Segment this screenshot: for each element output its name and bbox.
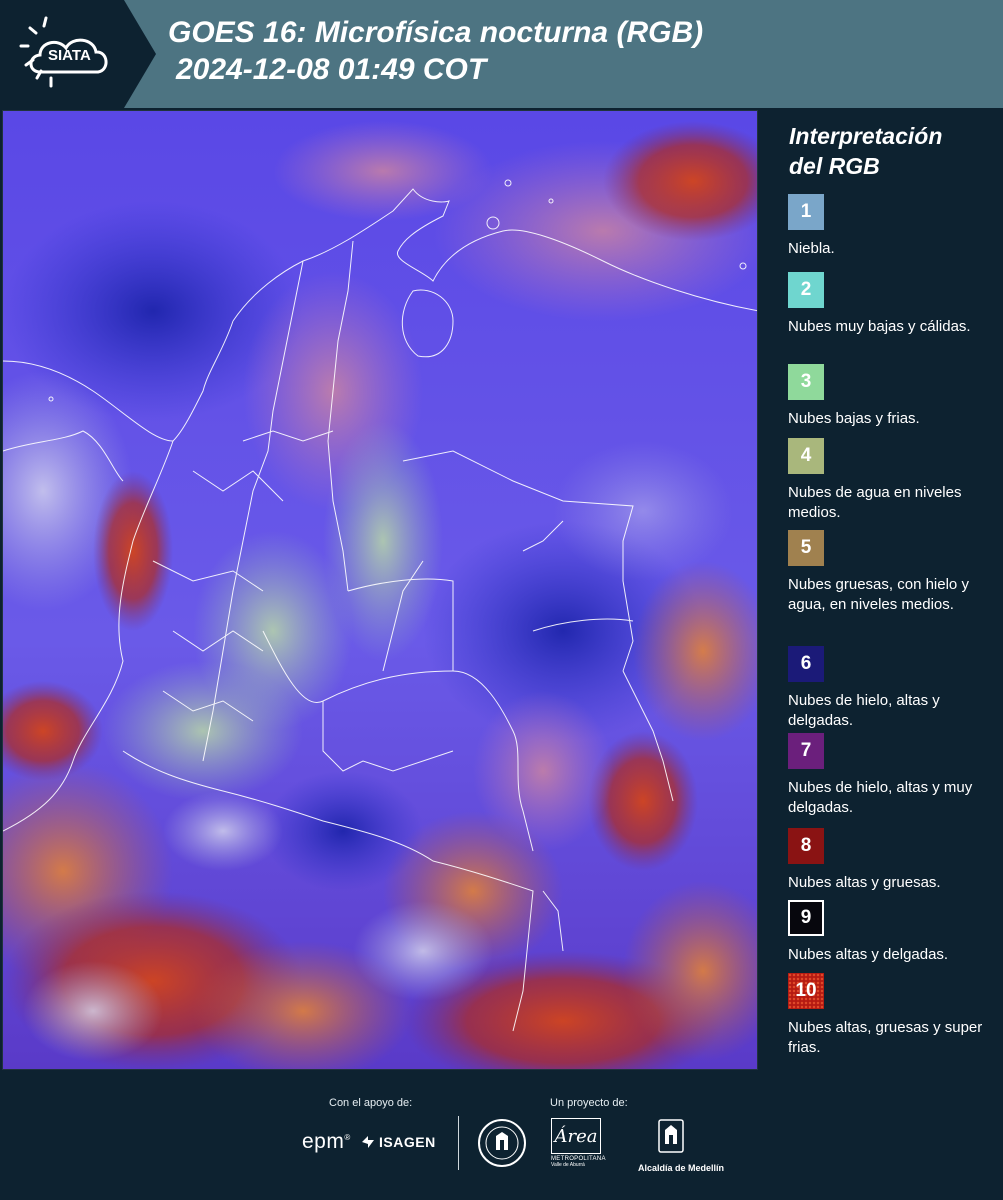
legend-label: Nubes bajas y frias. [788,410,920,427]
legend-item: 4 Nubes de agua en niveles medios. [788,438,993,523]
satellite-map-image [3,111,757,1069]
legend-label: Nubes de agua en niveles medios. [788,484,962,521]
header-bar: SIATA GOES 16: Microfísica nocturna (RGB… [0,0,1003,108]
isagen-logo: ISAGEN [360,1134,436,1150]
legend-item: 5 Nubes gruesas, con hielo y agua, en niv… [788,530,993,615]
legend-label: Niebla. [788,240,835,257]
legend-item: 8 Nubes altas y gruesas. [788,828,993,893]
legend-swatch: 5 [788,530,824,566]
legend-title: Interpretación del RGB [789,121,942,181]
medellin-shield-icon [658,1119,684,1153]
project-label: Un proyecto de: [550,1097,628,1109]
legend-panel: Interpretación del RGB 1 Niebla. 2 Nubes mu… [760,110,1003,1072]
satellite-map [2,110,758,1070]
legend-label: Nubes altas, gruesas y super frias. [788,1019,983,1056]
legend-item: 10 Nubes altas, gruesas y super frias. [788,973,993,1058]
isagen-logo-text: ISAGEN [379,1134,436,1150]
legend-title-line1: Interpretación [789,123,943,149]
epm-logo: epm® [302,1130,351,1153]
legend-item: 1 Niebla. [788,194,993,259]
area-metropolitana-mark: Área [551,1118,601,1154]
area-metropolitana-logo: Área METROPOLITANA Valle de Aburrá [551,1118,605,1170]
siata-logo-text: SIATA [48,47,91,64]
epm-logo-text: epm [302,1130,345,1153]
alcaldia-medellin-logo: Alcaldía de Medellín [638,1118,725,1173]
legend-title-line2: del RGB [789,153,880,179]
legend-label: Nubes gruesas, con hielo y agua, en nive… [788,576,969,613]
legend-item: 7 Nubes de hielo, altas y muy delgadas. [788,733,993,818]
legend-item: 9 Nubes altas y delgadas. [788,900,993,965]
legend-label: Nubes altas y gruesas. [788,874,941,891]
title-product: GOES 16: Microfísica nocturna (RGB) [168,16,704,49]
legend-item: 6 Nubes de hielo, altas y delgadas. [788,646,993,731]
legend-item: 2 Nubes muy bajas y cálidas. [788,272,993,337]
legend-swatch: 2 [788,272,824,308]
page-title: GOES 16: Microfísica nocturna (RGB) 2024… [168,14,703,88]
legend-swatch: 3 [788,364,824,400]
alcaldia-medellin-text: Alcaldía de Medellín [638,1163,725,1173]
legend-swatch: 9 [788,900,824,936]
legend-swatch: 1 [788,194,824,230]
legend-swatch: 10 [788,973,824,1009]
area-metropolitana-subtext: Valle de Aburrá [551,1162,585,1168]
legend-swatch: 8 [788,828,824,864]
legend-label: Nubes muy bajas y cálidas. [788,318,971,335]
legend-swatch: 6 [788,646,824,682]
university-seal-logo [477,1118,527,1173]
footer-divider [458,1116,459,1170]
legend-item: 3 Nubes bajas y frias. [788,364,993,429]
support-label: Con el apoyo de: [329,1097,413,1109]
legend-swatch: 4 [788,438,824,474]
legend-label: Nubes de hielo, altas y muy delgadas. [788,779,973,816]
footer: Con el apoyo de: Un proyecto de: epm® IS… [0,1072,1003,1200]
legend-label: Nubes altas y delgadas. [788,946,949,963]
legend-swatch: 7 [788,733,824,769]
isagen-icon [362,1136,374,1148]
title-timestamp: 2024-12-08 01:49 COT [176,53,487,86]
legend-label: Nubes de hielo, altas y delgadas. [788,692,940,729]
siata-logo: SIATA [0,0,156,108]
